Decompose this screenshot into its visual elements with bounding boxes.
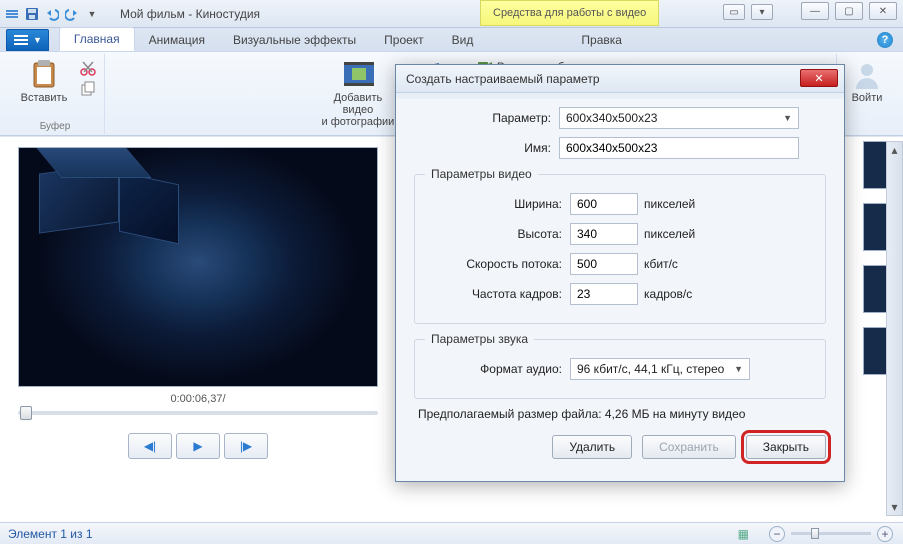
undo-icon[interactable] bbox=[44, 6, 60, 22]
tab-effects[interactable]: Визуальные эффекты bbox=[219, 29, 370, 51]
close-button[interactable]: Закрыть bbox=[746, 435, 826, 459]
ribbon-tabbar: ▼ Главная Анимация Визуальные эффекты Пр… bbox=[0, 28, 903, 52]
redo-icon[interactable] bbox=[64, 6, 80, 22]
window-inner-buttons: ▭ ▾ bbox=[723, 4, 773, 20]
playback-time: 0:00:06,37/ bbox=[18, 393, 378, 405]
file-menu-button[interactable]: ▼ bbox=[6, 29, 49, 51]
chevron-down-icon: ▼ bbox=[33, 35, 42, 45]
zoom-in-button[interactable]: + bbox=[877, 526, 893, 542]
paste-button[interactable]: Вставить bbox=[14, 58, 74, 104]
unit-pixels: пикселей bbox=[644, 197, 695, 211]
minimize-button[interactable]: — bbox=[801, 2, 829, 20]
close-window-button[interactable]: ✕ bbox=[869, 2, 897, 20]
contextual-tab-label: Средства для работы с видео bbox=[480, 0, 659, 26]
filmstrip-icon bbox=[342, 58, 374, 90]
zoom-controls: ▦ − + bbox=[738, 526, 893, 542]
label-framerate: Частота кадров: bbox=[425, 287, 570, 301]
scroll-down-icon[interactable]: ▾ bbox=[887, 499, 902, 515]
dialog-title: Создать настраиваемый параметр bbox=[396, 65, 844, 93]
add-media-label: Добавить видео и фотографии bbox=[319, 92, 397, 128]
titlebar: ▼ Мой фильм - Киностудия Средства для ра… bbox=[0, 0, 903, 28]
login-button[interactable]: Войти bbox=[845, 58, 889, 104]
tab-project[interactable]: Проект bbox=[370, 29, 438, 51]
zoom-slider[interactable] bbox=[791, 532, 871, 535]
chevron-down-icon: ▼ bbox=[734, 364, 743, 374]
name-input[interactable]: 600x340x500x23 bbox=[559, 137, 799, 159]
view-mode-icon[interactable]: ▦ bbox=[738, 527, 749, 541]
next-frame-button[interactable]: |▶ bbox=[224, 433, 268, 459]
save-button: Сохранить bbox=[642, 435, 736, 459]
seek-thumb[interactable] bbox=[20, 406, 32, 420]
video-params-fieldset: Параметры видео Ширина:600 пикселей Высот… bbox=[414, 167, 826, 324]
label-name: Имя: bbox=[414, 141, 559, 155]
cut-icon[interactable] bbox=[80, 60, 96, 76]
dialog-close-button[interactable]: ✕ bbox=[800, 69, 838, 87]
prev-frame-button[interactable]: ◀| bbox=[128, 433, 172, 459]
parameter-combo[interactable]: 600x340x500x23▼ bbox=[559, 107, 799, 129]
preview-panel: 0:00:06,37/ ◀| ▶ |▶ bbox=[18, 147, 378, 459]
height-input[interactable]: 340 bbox=[570, 223, 638, 245]
zoom-thumb[interactable] bbox=[811, 528, 819, 539]
file-size-estimate: Предполагаемый размер файла: 4,26 МБ на … bbox=[414, 407, 826, 421]
tab-edit[interactable]: Правка bbox=[567, 29, 636, 51]
status-text: Элемент 1 из 1 bbox=[8, 527, 93, 541]
audio-params-fieldset: Параметры звука Формат аудио:96 кбит/с, … bbox=[414, 332, 826, 399]
user-icon bbox=[851, 58, 883, 90]
vertical-scrollbar[interactable]: ▴ ▾ bbox=[886, 141, 903, 516]
maximize-button[interactable]: ▢ bbox=[835, 2, 863, 20]
add-video-photo-button[interactable]: Добавить видео и фотографии bbox=[319, 58, 397, 128]
group-label-buffer: Буфер bbox=[40, 121, 71, 134]
tab-main[interactable]: Главная bbox=[59, 27, 135, 51]
window-buttons: — ▢ ✕ bbox=[801, 2, 897, 20]
bitrate-input[interactable]: 500 bbox=[570, 253, 638, 275]
scroll-up-icon[interactable]: ▴ bbox=[887, 142, 902, 158]
legend-audio: Параметры звука bbox=[425, 332, 534, 346]
chevron-down-icon: ▼ bbox=[783, 113, 792, 123]
zoom-out-button[interactable]: − bbox=[769, 526, 785, 542]
audio-format-combo[interactable]: 96 кбит/с, 44,1 кГц, стерео▼ bbox=[570, 358, 750, 380]
label-parameter: Параметр: bbox=[414, 111, 559, 125]
login-label: Войти bbox=[852, 92, 883, 104]
delete-button[interactable]: Удалить bbox=[552, 435, 632, 459]
play-button[interactable]: ▶ bbox=[176, 433, 220, 459]
quick-access-toolbar: ▼ bbox=[4, 6, 100, 22]
help-icon[interactable]: ? bbox=[877, 32, 893, 48]
child-help-button[interactable]: ▾ bbox=[751, 4, 773, 20]
ribbon-group-buffer: Вставить Буфер bbox=[6, 54, 105, 134]
label-height: Высота: bbox=[425, 227, 570, 241]
copy-icon[interactable] bbox=[80, 81, 96, 97]
app-menu-icon[interactable] bbox=[4, 6, 20, 22]
unit-pixels: пикселей bbox=[644, 227, 695, 241]
label-bitrate: Скорость потока: bbox=[425, 257, 570, 271]
save-icon[interactable] bbox=[24, 6, 40, 22]
clipboard-icon bbox=[28, 58, 60, 90]
framerate-input[interactable]: 23 bbox=[570, 283, 638, 305]
ribbon-group-login: Войти bbox=[837, 54, 897, 134]
qat-dropdown-icon[interactable]: ▼ bbox=[84, 6, 100, 22]
unit-fps: кадров/с bbox=[644, 287, 692, 301]
tab-view[interactable]: Вид bbox=[438, 29, 488, 51]
label-width: Ширина: bbox=[425, 197, 570, 211]
label-audio-format: Формат аудио: bbox=[425, 362, 570, 376]
window-title: Мой фильм - Киностудия bbox=[120, 7, 260, 21]
width-input[interactable]: 600 bbox=[570, 193, 638, 215]
tab-animation[interactable]: Анимация bbox=[135, 29, 219, 51]
paste-label: Вставить bbox=[21, 92, 68, 104]
legend-video: Параметры видео bbox=[425, 167, 538, 181]
unit-kbps: кбит/с bbox=[644, 257, 678, 271]
statusbar: Элемент 1 из 1 ▦ − + bbox=[0, 522, 903, 544]
video-preview[interactable] bbox=[18, 147, 378, 387]
child-minimize-button[interactable]: ▭ bbox=[723, 4, 745, 20]
playback-controls: ◀| ▶ |▶ bbox=[18, 433, 378, 459]
seek-slider[interactable] bbox=[18, 411, 378, 415]
custom-settings-dialog: Создать настраиваемый параметр ✕ Парамет… bbox=[395, 64, 845, 482]
